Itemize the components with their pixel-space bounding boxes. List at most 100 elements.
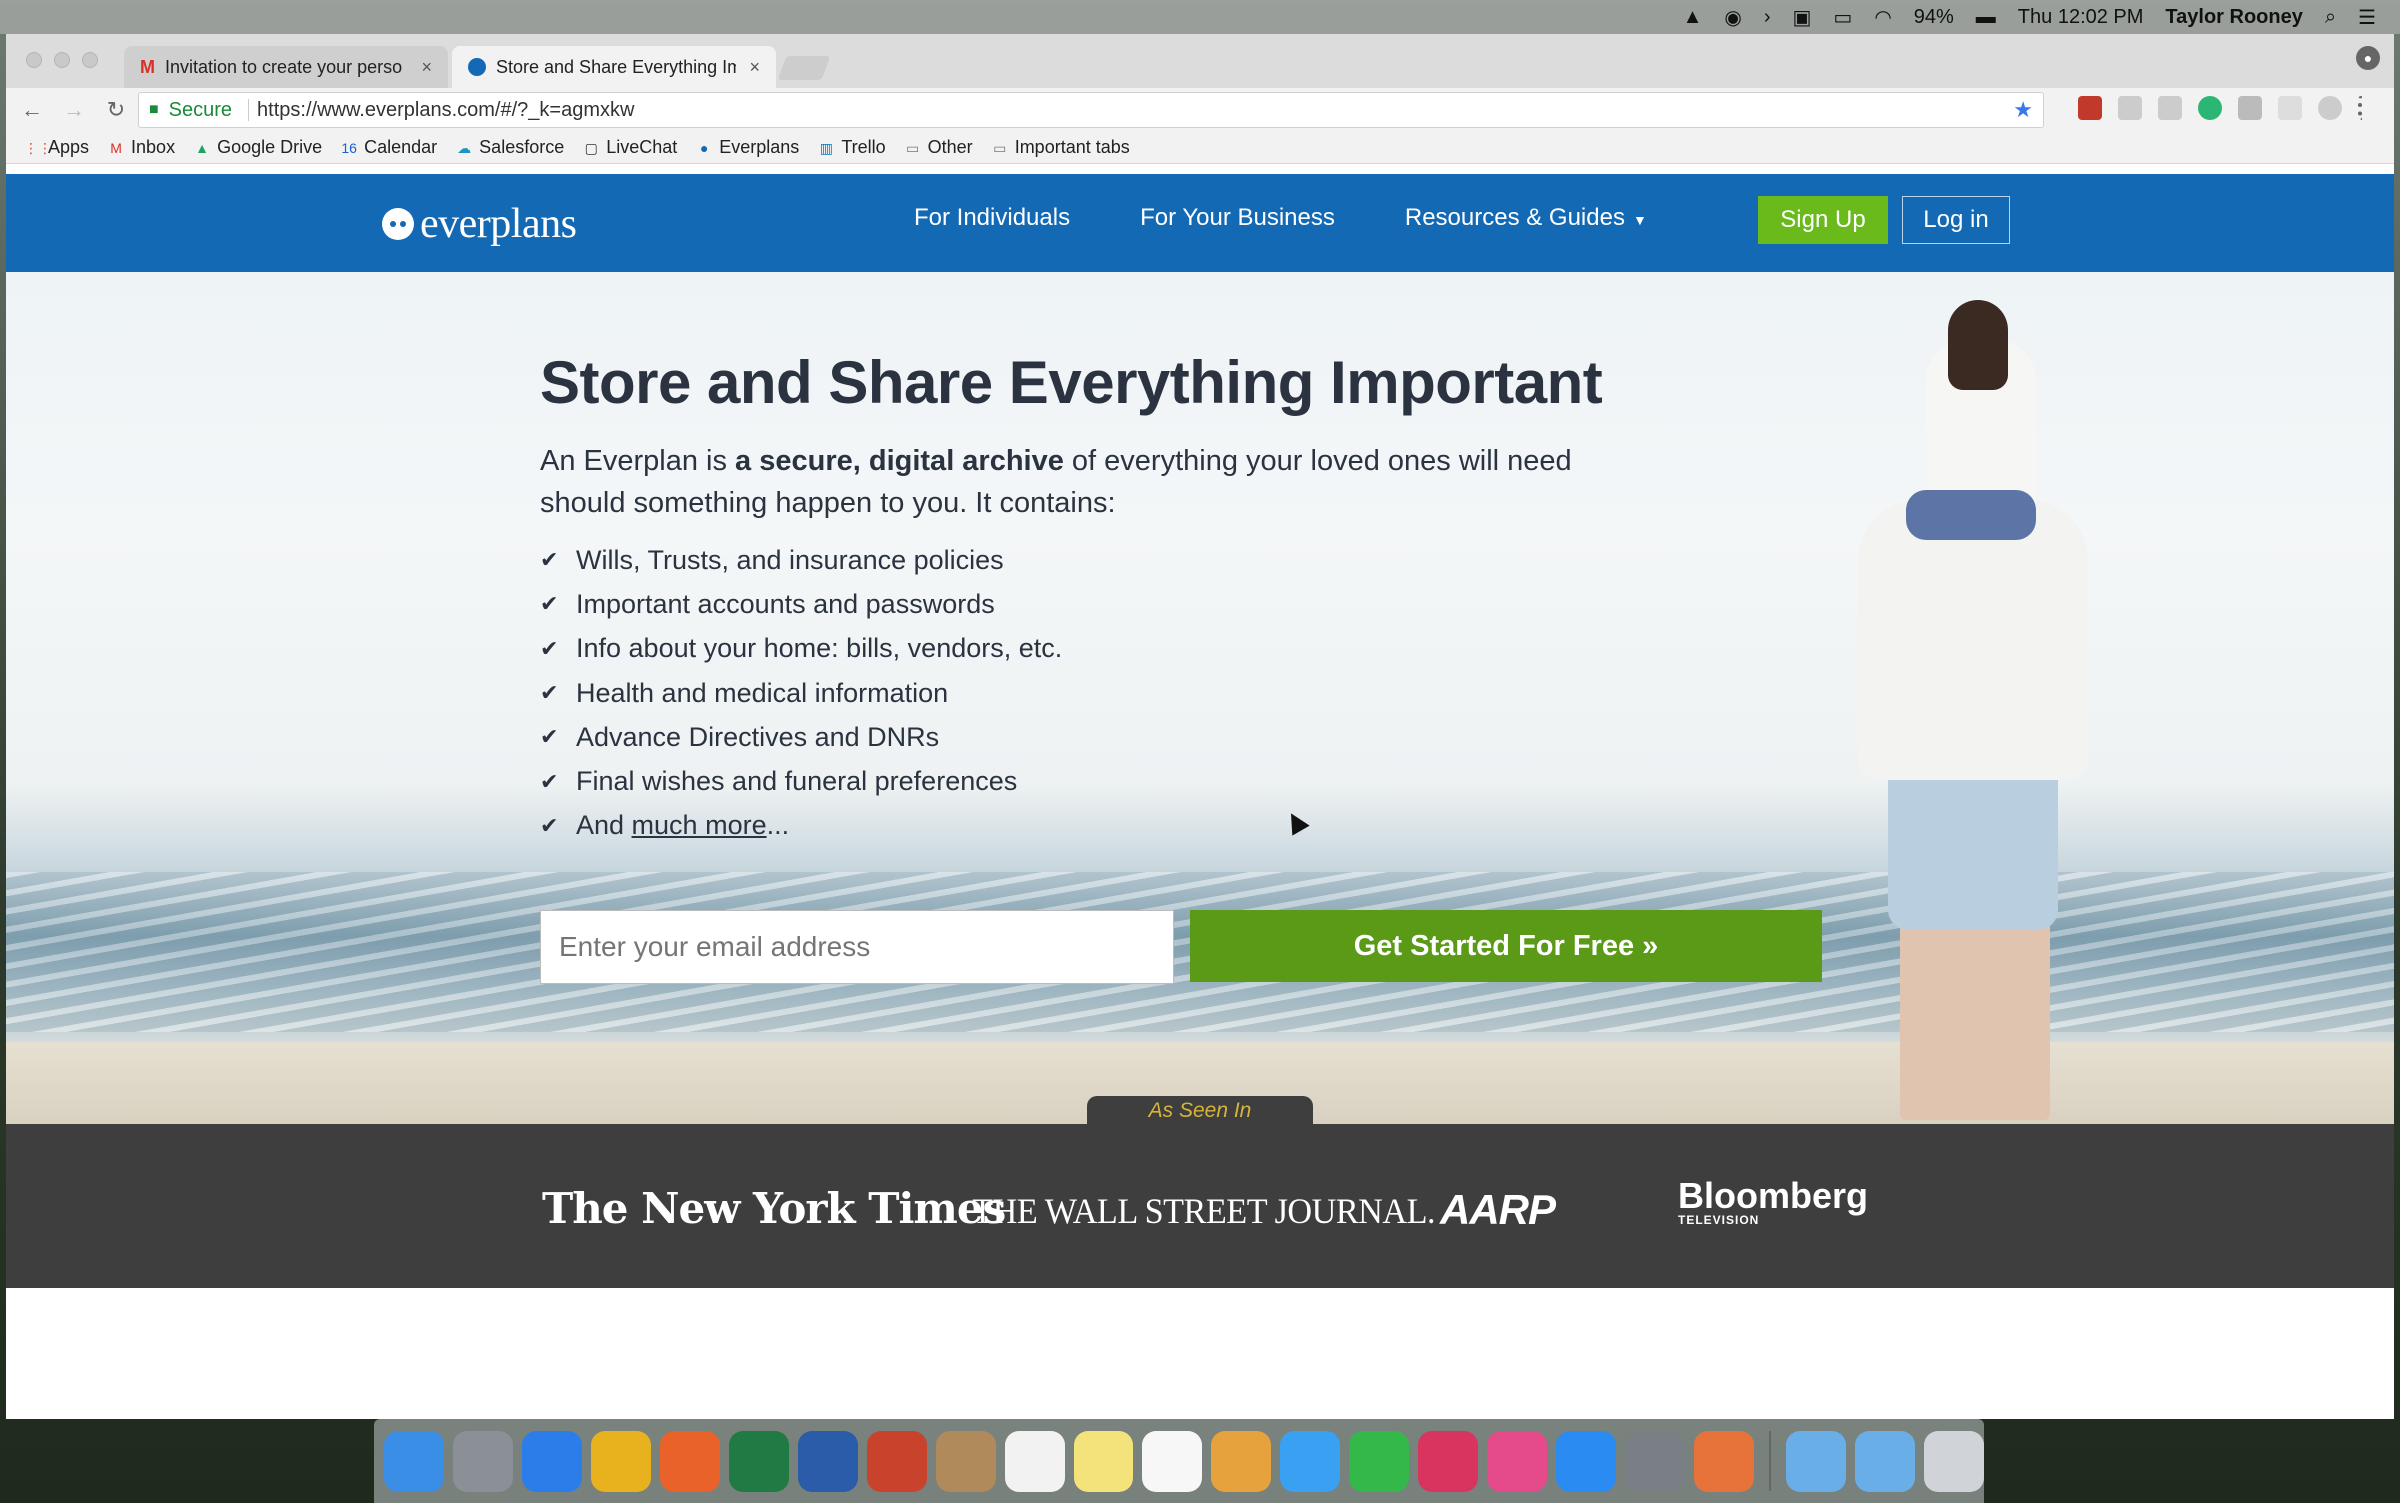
notification-center-icon[interactable]: ☰: [2358, 5, 2376, 30]
checkmark-icon: ✔: [540, 724, 559, 750]
everplans-logo[interactable]: everplans: [382, 200, 577, 248]
bookmark-inbox[interactable]: M Inbox: [107, 137, 175, 158]
slack-icon[interactable]: [1418, 1430, 1479, 1492]
url-text[interactable]: https://www.everplans.com/#/?_k=agmxkw: [257, 99, 634, 122]
salesforce-icon: ☁: [457, 139, 472, 156]
skype-extension-icon[interactable]: [2318, 96, 2342, 120]
minimize-window-icon[interactable]: [54, 52, 70, 68]
airplay-icon[interactable]: ▭: [1833, 5, 1852, 30]
new-tab-button[interactable]: [777, 56, 831, 80]
feature-text: Final wishes and funeral preferences: [576, 766, 1018, 797]
clock[interactable]: Thu 12:02 PM: [2018, 6, 2144, 29]
downloads-folder-icon[interactable]: [1854, 1430, 1915, 1492]
bookmark-trello[interactable]: ▥ Trello: [817, 137, 886, 158]
hero-photo-father-daughter: [1836, 300, 2136, 1120]
much-more-link[interactable]: much more: [632, 810, 767, 840]
feature-item: ✔ Info about your home: bills, vendors, e…: [540, 627, 1062, 671]
bookmark-other[interactable]: ▭ Other: [904, 137, 973, 158]
bookmark-important-tabs[interactable]: ▭ Important tabs: [991, 137, 1130, 158]
bookmark-everplans[interactable]: ● Everplans: [695, 137, 799, 158]
excel-icon[interactable]: [728, 1430, 789, 1492]
maximize-window-icon[interactable]: [82, 52, 98, 68]
drive-sync-icon[interactable]: ▲: [1683, 6, 1703, 29]
nav-for-individuals[interactable]: For Individuals: [914, 204, 1070, 232]
wifi-icon[interactable]: ◠: [1874, 5, 1891, 30]
menu-bar: ▲ ◉ › ▣ ▭ ◠ 94% ▬ Thu 12:02 PM Taylor Ro…: [0, 0, 2400, 34]
creative-cloud-icon[interactable]: ◉: [1724, 5, 1741, 30]
facetime-icon[interactable]: [1349, 1430, 1410, 1492]
feature-item: ✔ And much more...: [540, 804, 1062, 848]
press-logos: The New York Times THE WALL STREET JOURN…: [6, 1178, 2394, 1244]
reminders-icon[interactable]: [1142, 1430, 1203, 1492]
close-window-icon[interactable]: [26, 52, 42, 68]
tab-invitation[interactable]: M Invitation to create your perso ×: [124, 46, 448, 88]
finder-icon[interactable]: [384, 1430, 444, 1492]
nav-for-your-business[interactable]: For Your Business: [1140, 204, 1335, 232]
checkmark-icon: ✔: [540, 591, 559, 617]
profile-icon[interactable]: ●: [2356, 46, 2380, 70]
menu-dots-icon[interactable]: [2358, 96, 2364, 120]
bookmark-star-icon[interactable]: ★: [2013, 97, 2033, 123]
messages-icon[interactable]: [1280, 1430, 1341, 1492]
forward-arrow-icon[interactable]: →: [62, 97, 86, 123]
safari-icon[interactable]: [521, 1430, 582, 1492]
divider: [248, 99, 250, 121]
word-icon[interactable]: [797, 1430, 858, 1492]
sync-extension-icon[interactable]: [2158, 96, 2182, 120]
gmail-icon: M: [140, 56, 155, 77]
contacts-icon[interactable]: [935, 1430, 996, 1492]
google-drive-icon: ▲: [195, 139, 209, 156]
more-suffix: ...: [766, 810, 790, 841]
app-status-icon[interactable]: ▣: [1793, 5, 1812, 30]
firefox-icon[interactable]: [659, 1430, 720, 1492]
bookmark-calendar[interactable]: 16 Calendar: [340, 137, 437, 158]
bookmark-google-drive[interactable]: ▲ Google Drive: [193, 137, 322, 158]
email-input[interactable]: [540, 910, 1174, 984]
sign-up-button[interactable]: Sign Up: [1758, 196, 1888, 244]
craft-icon[interactable]: [1694, 1430, 1755, 1492]
close-tab-icon[interactable]: ×: [421, 57, 432, 78]
chevron-right-icon[interactable]: ›: [1764, 6, 1771, 29]
grammarly-extension-icon[interactable]: [2198, 96, 2222, 120]
bookmark-label: Salesforce: [479, 137, 565, 157]
get-started-button[interactable]: Get Started For Free »: [1190, 910, 1822, 982]
extension-icon[interactable]: [2238, 96, 2262, 120]
bookmark-apps[interactable]: ⋮⋮ Apps: [24, 137, 89, 158]
powerpoint-icon[interactable]: [866, 1430, 927, 1492]
calendar-icon[interactable]: [1004, 1430, 1065, 1492]
launchpad-icon[interactable]: [452, 1430, 513, 1492]
log-in-button[interactable]: Log in: [1902, 196, 2010, 244]
spotlight-search-icon[interactable]: ⌕: [2325, 6, 2336, 29]
photos-icon[interactable]: [1211, 1430, 1272, 1492]
drive-extension-icon[interactable]: [2118, 96, 2142, 120]
app-store-icon[interactable]: [1556, 1430, 1617, 1492]
close-tab-icon[interactable]: ×: [749, 57, 760, 78]
extension-icon[interactable]: [2278, 96, 2302, 120]
system-preferences-icon[interactable]: [1625, 1430, 1686, 1492]
notes-icon[interactable]: [1073, 1430, 1134, 1492]
apps-grid-icon: ⋮⋮: [24, 139, 52, 156]
chrome-icon[interactable]: [590, 1430, 651, 1492]
battery-icon[interactable]: ▬: [1976, 6, 1996, 29]
applications-folder-icon[interactable]: [1786, 1430, 1846, 1492]
bookmark-salesforce[interactable]: ☁ Salesforce: [455, 137, 564, 158]
feature-text: Info about your home: bills, vendors, et…: [576, 633, 1063, 664]
nav-resources-guides[interactable]: Resources & Guides ▼: [1405, 204, 1647, 232]
itunes-icon[interactable]: [1487, 1430, 1548, 1492]
bookmarks-bar: ⋮⋮ Apps M Inbox ▲ Google Drive 16 Calendar ☁ Sale…: [6, 132, 2394, 164]
tab-everplans[interactable]: Store and Share Everything Im ×: [452, 46, 776, 88]
dock: [374, 1419, 1984, 1503]
trash-icon[interactable]: [1923, 1430, 1984, 1492]
feature-text: Health and medical information: [576, 677, 949, 708]
back-arrow-icon[interactable]: ←: [20, 97, 44, 123]
gmail-icon: M: [110, 139, 122, 156]
everplans-favicon: ●: [700, 139, 709, 156]
checkmark-icon: ✔: [540, 635, 559, 661]
address-bar[interactable]: ■ Secure https://www.everplans.com/#/?_k…: [138, 92, 2044, 128]
more-prefix: And: [576, 810, 632, 841]
reload-icon[interactable]: ↻: [104, 97, 128, 123]
calendar-extension-icon[interactable]: [2078, 96, 2102, 120]
bookmark-livechat[interactable]: ▢ LiveChat: [582, 137, 678, 158]
bookmark-label: Trello: [841, 137, 886, 157]
user-name[interactable]: Taylor Rooney: [2165, 6, 2302, 29]
